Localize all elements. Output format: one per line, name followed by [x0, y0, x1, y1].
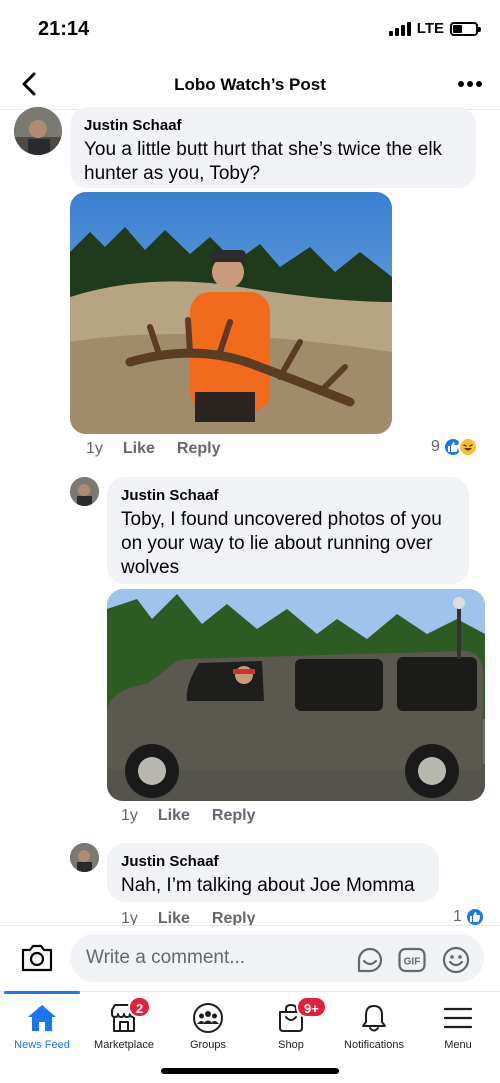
reaction-count: 1: [453, 908, 462, 925]
battery-icon: [450, 21, 481, 36]
avatar[interactable]: [14, 107, 62, 155]
comment-author[interactable]: Justin Schaaf: [121, 486, 455, 505]
bell-icon: [362, 1005, 386, 1032]
avatar[interactable]: [70, 843, 99, 872]
status-time: 21:14: [38, 18, 90, 40]
tab-label: Menu: [444, 1039, 472, 1051]
emoji-icon: [442, 946, 470, 974]
comment-photo-van[interactable]: [107, 589, 485, 801]
comment-text: Toby, I found uncovered photos of you on…: [121, 509, 442, 578]
sticker-icon: [357, 947, 383, 973]
camera-icon: [21, 944, 53, 972]
menu-icon: [443, 1007, 473, 1029]
reply-button[interactable]: Reply: [177, 440, 221, 458]
comment-author[interactable]: Justin Schaaf: [121, 852, 425, 871]
reply-button[interactable]: Reply: [212, 807, 256, 825]
avatar[interactable]: [70, 477, 99, 506]
marketplace-badge: 2: [128, 996, 152, 1018]
reaction-summary[interactable]: 1: [453, 907, 485, 927]
like-button[interactable]: Like: [158, 807, 190, 825]
status-indicators: LTE: [388, 20, 481, 37]
gif-button[interactable]: GIF: [398, 946, 426, 974]
haha-icon: [457, 437, 478, 457]
comment-actions: 1y Like Reply: [121, 807, 256, 825]
status-bar: 21:14 LTE: [0, 0, 500, 58]
camera-button[interactable]: [20, 942, 54, 974]
tab-menu[interactable]: Menu: [408, 992, 500, 1054]
reaction-count: 9: [431, 438, 440, 455]
signal-icon: [388, 21, 411, 36]
comment-actions: 1y Like Reply: [86, 440, 221, 458]
home-icon: [28, 1005, 56, 1031]
home-indicator: [161, 1068, 339, 1074]
emoji-button[interactable]: [442, 946, 470, 974]
comment-age[interactable]: 1y: [86, 440, 103, 458]
like-button[interactable]: Like: [123, 440, 155, 458]
page-title: Lobo Watch’s Post: [174, 75, 326, 94]
reaction-summary[interactable]: 9: [431, 437, 478, 457]
gif-icon: GIF: [398, 947, 426, 973]
groups-icon: [193, 1003, 223, 1033]
comment-bubble[interactable]: Justin Schaaf Toby, I found uncovered ph…: [107, 477, 469, 584]
more-options-button[interactable]: [458, 72, 484, 96]
svg-text:GIF: GIF: [404, 957, 421, 968]
comment-bubble[interactable]: Justin Schaaf Nah, I’m talking about Joe…: [107, 843, 439, 902]
comment-author[interactable]: Justin Schaaf: [84, 116, 462, 135]
post-header: Lobo Watch’s Post: [0, 58, 500, 110]
comment-composer: GIF: [0, 925, 500, 991]
network-type: LTE: [416, 20, 444, 37]
comment-age[interactable]: 1y: [121, 807, 138, 825]
comment-text: Nah, I’m talking about Joe Momma: [121, 875, 415, 896]
comment-bubble[interactable]: Justin Schaaf You a little butt hurt tha…: [70, 107, 476, 188]
comment-photo-elk[interactable]: [70, 192, 392, 434]
comment-text: You a little butt hurt that she’s twice …: [84, 139, 443, 184]
sticker-button[interactable]: [356, 946, 384, 974]
shop-badge: 9+: [296, 996, 327, 1018]
like-icon: [464, 907, 485, 927]
